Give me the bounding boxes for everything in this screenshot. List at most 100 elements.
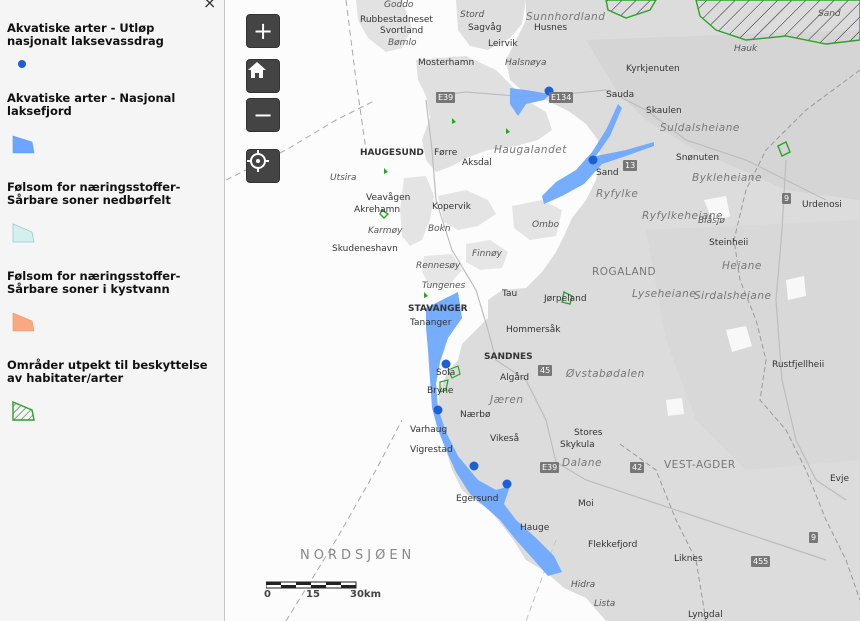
place-label: Evje xyxy=(830,474,850,484)
place-label: Utsira xyxy=(330,173,357,183)
place-label: Goddo xyxy=(384,0,414,10)
place-label: Rubbestadneset xyxy=(360,15,433,25)
zoom-out-button[interactable]: − xyxy=(246,98,280,132)
place-label: Akrehamn xyxy=(354,205,401,215)
road-shield: 9 xyxy=(782,193,792,204)
place-label: Hommersåk xyxy=(506,325,561,335)
place-label: Bømlo xyxy=(388,38,417,48)
place-label: Moi xyxy=(578,499,594,509)
place-label: VEST-AGDER xyxy=(664,459,736,471)
home-icon xyxy=(248,62,266,78)
close-icon[interactable]: × xyxy=(203,0,216,12)
legend-title: Akvatiske arter - Nasjonal laksefjord xyxy=(7,91,176,118)
place-label: Sagvåg xyxy=(468,23,502,33)
place-label: Ryfylke xyxy=(596,188,639,200)
place-label: Rustfjellheii xyxy=(772,360,825,370)
minus-icon: − xyxy=(252,101,274,129)
place-label: Aksdal xyxy=(462,158,492,168)
place-label: Stores xyxy=(574,428,603,438)
place-label: Dalane xyxy=(562,457,602,469)
place-label: Tungenes xyxy=(422,281,466,291)
place-label: Førre xyxy=(434,148,458,158)
place-label: Bokn xyxy=(428,224,451,234)
place-label: Skaulen xyxy=(646,106,682,116)
place-label: Karmøy xyxy=(368,226,403,236)
outlet-point[interactable] xyxy=(502,479,512,489)
place-label: Husnes xyxy=(534,23,568,33)
place-label: Skykula xyxy=(560,440,595,450)
legend-item-laksevassdrag: Akvatiske arter - Utløp nasjonalt laksev… xyxy=(7,22,197,48)
scale-label-15: 15 xyxy=(306,589,320,600)
place-label: Hauk xyxy=(734,44,758,54)
legend-item-nedborfelt: Følsom for næringsstoffer- Sårbare soner… xyxy=(7,181,197,207)
place-label: Haugalandet xyxy=(494,144,567,156)
legend-item-kystvann: Følsom for næringsstoffer- Sårbare soner… xyxy=(7,270,197,296)
place-label: Heiane xyxy=(722,260,762,272)
place-label: Steinheii xyxy=(709,238,749,248)
place-label: Sauda xyxy=(606,90,635,100)
blue-polygon-icon xyxy=(12,135,35,154)
road-shield: 42 xyxy=(630,462,645,473)
road-shield: E39 xyxy=(436,92,456,103)
blue-dot-icon xyxy=(18,60,26,68)
home-button[interactable] xyxy=(246,59,280,93)
scale-label-30: 30km xyxy=(350,589,381,600)
plus-icon: + xyxy=(252,17,274,45)
place-label: Suldalsheiane xyxy=(660,122,740,134)
place-label: Sand xyxy=(818,9,841,19)
place-label: Ombo xyxy=(532,220,560,230)
legend-panel: × Akvatiske arter - Utløp nasjonalt laks… xyxy=(0,0,225,621)
legend-title: Akvatiske arter - Utløp nasjonalt laksev… xyxy=(7,21,164,48)
road-shield: E39 xyxy=(540,462,560,473)
road-shield: 455 xyxy=(751,556,771,567)
road-shield: 45 xyxy=(538,365,553,376)
orange-polygon-icon xyxy=(12,312,35,332)
place-label: Mosterhamn xyxy=(418,58,475,68)
outlet-point[interactable] xyxy=(469,461,479,471)
legend-title: Følsom for næringsstoffer- Sårbare soner… xyxy=(7,269,181,296)
place-label: Leirvik xyxy=(488,39,518,49)
place-label: Algård xyxy=(500,373,530,383)
place-label: Halsnøya xyxy=(505,58,547,68)
lake xyxy=(666,398,684,416)
legend-item-laksefjord: Akvatiske arter - Nasjonal laksefjord xyxy=(7,92,187,118)
outlet-point[interactable] xyxy=(588,155,598,165)
place-label: Sola xyxy=(436,368,456,378)
place-label: Tau xyxy=(502,289,518,299)
road-shield: 13 xyxy=(623,160,638,171)
lake xyxy=(786,276,806,300)
place-label: Finnøy xyxy=(472,249,502,259)
place-label: SANDNES xyxy=(484,352,533,362)
place-label: Hauge xyxy=(520,523,550,533)
place-label: Rennesøy xyxy=(416,261,461,271)
place-label: Tananger xyxy=(410,318,452,328)
outlet-point[interactable] xyxy=(433,405,443,415)
place-label: Lyngdal xyxy=(688,610,723,620)
legend-title: Områder utpekt til beskyttelse av habita… xyxy=(7,358,208,385)
place-label: Snønuten xyxy=(676,153,720,163)
place-label: Vigrestad xyxy=(410,445,453,455)
locate-icon xyxy=(247,150,269,172)
sea-label: NORDSJØEN xyxy=(300,548,416,563)
place-label: Jæren xyxy=(490,394,524,406)
place-label: Bykleheiane xyxy=(692,172,762,184)
place-label: Vikeså xyxy=(490,434,520,444)
place-label: Hidra xyxy=(571,580,596,590)
place-label: Bryne xyxy=(427,386,454,396)
legend-item-habitater: Områder utpekt til beskyttelse av habita… xyxy=(7,359,217,385)
place-label: Kopervik xyxy=(432,202,471,212)
teal-polygon-icon xyxy=(12,223,35,243)
locate-button[interactable] xyxy=(246,149,280,183)
legend-title: Følsom for næringsstoffer- Sårbare soner… xyxy=(7,180,181,207)
road-shield: 9 xyxy=(809,532,819,543)
place-label: Varhaug xyxy=(410,425,448,435)
scale-label-0: 0 xyxy=(264,589,271,600)
zoom-in-button[interactable]: + xyxy=(246,14,280,48)
place-label: Kyrkjenuten xyxy=(626,64,680,74)
place-label: Urdenosi xyxy=(802,200,842,210)
road-shield: E134 xyxy=(549,92,574,103)
place-label: ROGALAND xyxy=(592,266,657,278)
place-label: Svortland xyxy=(380,26,424,36)
place-label: Stord xyxy=(460,10,485,20)
map-view[interactable]: Goddo Stord Sunnhordland Sand Rubbestadneset… xyxy=(226,0,860,621)
